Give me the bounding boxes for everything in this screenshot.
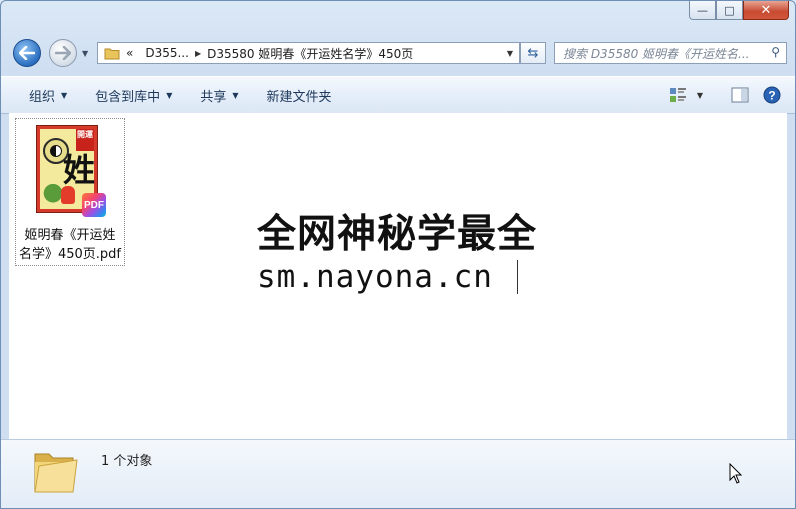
breadcrumb-parent[interactable]: D355... (139, 46, 195, 60)
help-icon[interactable]: ? (763, 86, 781, 104)
close-button[interactable]: ✕ (743, 1, 789, 20)
preview-pane-icon[interactable] (731, 87, 749, 103)
breadcrumb-current[interactable]: D35580 姬明春《开运姓名学》450页 (201, 45, 419, 62)
forward-button[interactable] (49, 39, 77, 67)
chevron-down-icon: ▼ (166, 90, 173, 100)
search-input[interactable]: 搜索 D35580 姬明春《开运姓名... ⚲ (554, 42, 787, 64)
search-icon[interactable]: ⚲ (771, 45, 780, 59)
organize-menu[interactable]: 组织 ▼ (1, 77, 81, 113)
file-name-line2: 名学》450页.pdf (18, 247, 122, 262)
search-placeholder: 搜索 D35580 姬明春《开运姓名... (563, 46, 750, 61)
organize-label: 组织 (29, 89, 56, 105)
item-count: 1 个对象 (101, 454, 153, 469)
file-name-line1: 姬明春《开运姓 (24, 228, 116, 243)
text-caret (517, 260, 518, 294)
view-options-button[interactable]: ▼ (669, 87, 703, 103)
minimize-button[interactable]: — (689, 1, 716, 20)
chevron-down-icon: ▼ (232, 90, 239, 100)
pdf-thumbnail: 開運 姓 PDF (36, 125, 106, 217)
chevron-down-icon: ▼ (696, 90, 703, 100)
watermark-line1: 全网神秘学最全 (257, 212, 538, 257)
breadcrumb-overflow[interactable]: « (120, 46, 139, 60)
chevron-down-icon: ▼ (61, 90, 68, 100)
view-options-icon (669, 88, 686, 102)
watermark-image: 全网神秘学最全 sm.nayona.cn (251, 197, 557, 303)
address-dropdown-icon[interactable]: ▼ (507, 49, 513, 58)
new-folder-label: 新建文件夹 (266, 89, 332, 105)
pdf-badge-icon: PDF (82, 193, 106, 217)
watermark-line2: sm.nayona.cn (257, 259, 493, 295)
back-button[interactable] (13, 39, 41, 67)
yin-yang-icon (50, 145, 62, 157)
folder-icon (34, 453, 78, 493)
refresh-button[interactable]: ⇆ (520, 42, 546, 64)
maximize-button[interactable]: □ (716, 1, 743, 20)
details-pane: 1 个对象 (1, 439, 795, 508)
toolbar-right: ▼ ? (669, 77, 781, 113)
file-item[interactable]: 開運 姓 PDF 姬明春《开运姓 名学》450页.pdf (15, 118, 125, 266)
file-list-area[interactable]: 開運 姓 PDF 姬明春《开运姓 名学》450页.pdf 全网神秘学最全 sm.… (9, 113, 787, 439)
include-in-library-menu[interactable]: 包含到库中 ▼ (81, 77, 186, 113)
recent-pages-dropdown[interactable]: ▼ (82, 49, 88, 58)
cover-big-char: 姓 (63, 151, 96, 189)
share-menu[interactable]: 共享 ▼ (186, 77, 252, 113)
refresh-icon: ⇆ (527, 45, 539, 61)
include-in-library-label: 包含到库中 (95, 89, 161, 105)
forward-arrow-icon (55, 46, 71, 60)
navigation-bar: ▼ « D355... ▶ D35580 姬明春《开运姓名学》450页 ▼ ⇆ … (11, 37, 787, 69)
folder-icon (104, 48, 120, 60)
file-name: 姬明春《开运姓 名学》450页.pdf (16, 226, 124, 264)
back-arrow-icon (19, 46, 35, 60)
mouse-cursor-icon (729, 463, 743, 484)
explorer-window: — □ ✕ ▼ « D355... ▶ D35580 姬明春《开运姓名学》450… (0, 0, 796, 509)
caption-buttons: — □ ✕ (689, 1, 789, 22)
address-bar[interactable]: « D355... ▶ D35580 姬明春《开运姓名学》450页 ▼ (97, 42, 520, 64)
cover-title: 開運 (76, 129, 94, 151)
share-label: 共享 (200, 89, 227, 105)
svg-text:?: ? (768, 89, 775, 103)
command-bar: 组织 ▼ 包含到库中 ▼ 共享 ▼ 新建文件夹 ▼ ? (1, 76, 795, 114)
new-folder-button[interactable]: 新建文件夹 (253, 77, 346, 113)
